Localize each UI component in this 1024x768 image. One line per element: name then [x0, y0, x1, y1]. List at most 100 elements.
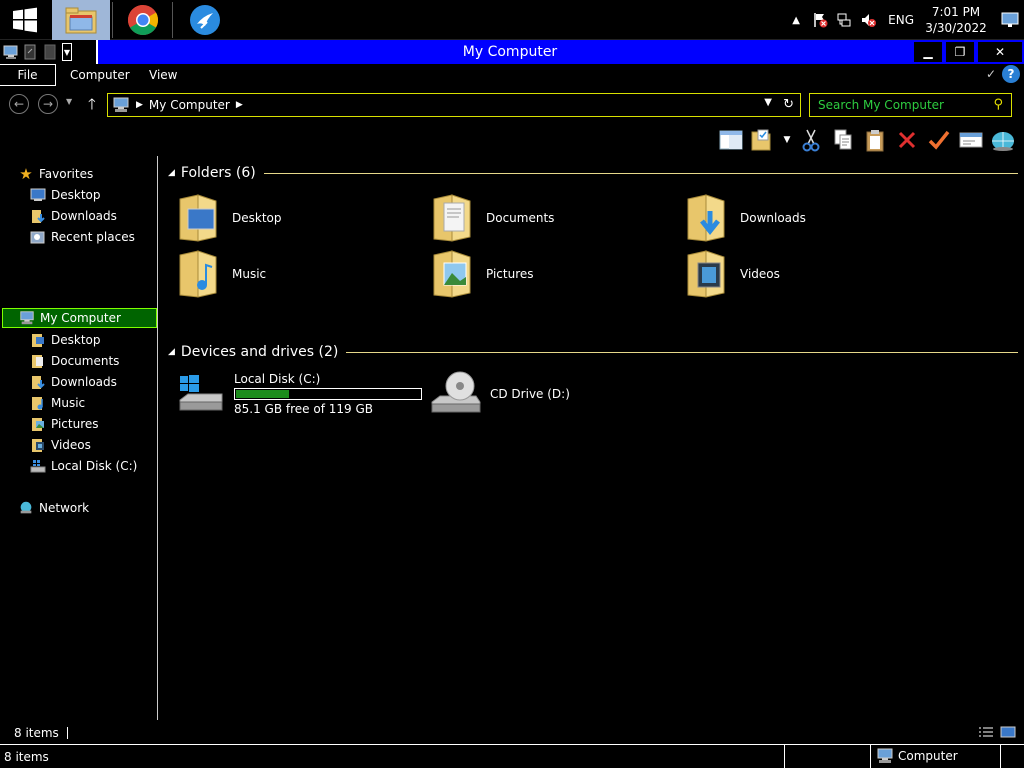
title-bar[interactable]: ▼ My Computer ▁ ❐ ✕ — [0, 40, 1024, 64]
nav-item-label: Local Disk (C:) — [51, 459, 138, 473]
windows-logo-icon — [13, 7, 37, 33]
folder-videos[interactable]: Videos — [686, 248, 916, 300]
drive-cd-d[interactable]: CD Drive (D:) — [430, 368, 570, 420]
cut-icon[interactable] — [796, 125, 826, 155]
nav-favorites-recent[interactable]: Recent places — [30, 227, 135, 247]
drive-local-disk-c[interactable]: Local Disk (C:) 85.1 GB free of 119 GB — [176, 368, 422, 420]
folder-icon — [30, 332, 46, 348]
tab-computer[interactable]: Computer — [60, 64, 140, 86]
view-switcher — [972, 725, 1016, 739]
large-icons-view-icon[interactable] — [1000, 725, 1016, 739]
nav-computer-local-disk[interactable]: Local Disk (C:) — [30, 456, 137, 476]
nav-network[interactable]: Network — [18, 498, 89, 518]
back-arrow-icon: ← — [13, 97, 25, 111]
forward-button[interactable]: → — [38, 94, 58, 114]
nav-my-computer[interactable]: My Computer — [2, 308, 157, 328]
back-button[interactable]: ← — [9, 94, 29, 114]
computer-icon — [877, 748, 893, 763]
search-icon[interactable]: ⚲ — [993, 97, 1003, 112]
details-view-icon[interactable] — [978, 725, 994, 739]
refresh-icon[interactable]: ↻ — [783, 97, 794, 112]
music-folder-icon — [179, 250, 217, 298]
breadcrumb-my-computer[interactable]: My Computer — [149, 98, 230, 112]
folder-documents[interactable]: Documents — [432, 192, 662, 244]
nav-favorites-downloads[interactable]: Downloads — [30, 206, 117, 226]
clock[interactable]: 7:01 PM 3/30/2022 — [924, 4, 988, 36]
tab-file[interactable]: File — [0, 64, 56, 86]
desktop-icon — [30, 187, 46, 203]
volume-muted-icon[interactable] — [858, 10, 878, 30]
rename-check-icon[interactable] — [924, 125, 954, 155]
collapse-caret-icon[interactable]: ◢ — [168, 168, 175, 178]
preview-pane-icon[interactable] — [716, 125, 746, 155]
folder-pictures[interactable]: Pictures — [432, 248, 662, 300]
bottom-computer-label: Computer — [898, 749, 958, 763]
nav-computer-documents[interactable]: Documents — [30, 351, 119, 371]
folder-downloads[interactable]: Downloads — [686, 192, 916, 244]
folders-heading: Folders (6) — [180, 165, 256, 181]
new-folder-icon[interactable] — [42, 43, 60, 61]
taskbar-app-3[interactable] — [176, 0, 234, 40]
forward-arrow-icon: → — [42, 97, 54, 111]
nav-favorites[interactable]: ★ Favorites — [18, 164, 93, 184]
tab-view[interactable]: View — [139, 64, 187, 86]
nav-my-computer-label: My Computer — [40, 311, 121, 325]
videos-folder-icon — [30, 437, 46, 453]
pictures-folder-icon — [30, 416, 46, 432]
nav-item-label: Desktop — [51, 333, 101, 347]
ribbon-tabs: File Computer View ✓ ? — [0, 64, 1024, 88]
network-globe-icon[interactable] — [988, 125, 1018, 155]
bottom-computer-location[interactable]: Computer — [876, 748, 958, 764]
nav-item-label: Videos — [51, 438, 91, 452]
up-arrow-icon[interactable]: 🡑 — [88, 94, 96, 119]
folder-music[interactable]: Music — [178, 248, 408, 300]
properties-icon[interactable] — [22, 43, 40, 61]
close-button[interactable]: ✕ — [978, 42, 1022, 62]
paste-icon[interactable] — [860, 125, 890, 155]
network-icon[interactable] — [834, 10, 854, 30]
tray-overflow-icon[interactable]: ▲ — [786, 10, 806, 30]
properties-card-icon[interactable] — [956, 125, 986, 155]
help-icon[interactable]: ? — [1002, 65, 1020, 83]
action-center-flag-icon[interactable] — [810, 10, 830, 30]
title-area[interactable]: My Computer — [96, 40, 922, 64]
show-desktop-button[interactable] — [996, 0, 1024, 40]
drive-usage-fill — [236, 390, 289, 398]
bottom-divider — [870, 745, 871, 768]
nav-computer-pictures[interactable]: Pictures — [30, 414, 99, 434]
start-button[interactable] — [0, 0, 50, 40]
language-indicator[interactable]: ENG — [888, 13, 914, 27]
bottom-bar: 8 items Computer — [0, 744, 1024, 768]
expand-ribbon-icon[interactable]: ✓ — [986, 67, 996, 81]
nav-computer-videos[interactable]: Videos — [30, 435, 91, 455]
nav-favorites-desktop[interactable]: Desktop — [30, 185, 101, 205]
recent-locations-dropdown[interactable]: ▼ — [66, 97, 72, 106]
breadcrumb-separator-icon[interactable]: ▶ — [236, 100, 243, 110]
folders-group-header[interactable]: ◢ Folders (6) — [168, 165, 1018, 181]
computer-icon — [113, 97, 129, 112]
devices-group-header[interactable]: ◢ Devices and drives (2) — [168, 344, 1018, 360]
copy-icon[interactable] — [828, 125, 858, 155]
taskbar-file-explorer[interactable] — [52, 0, 110, 40]
folder-label: Downloads — [740, 211, 806, 225]
organize-dropdown-icon[interactable]: ▼ — [780, 125, 794, 155]
folder-icon — [30, 353, 46, 369]
collapse-caret-icon[interactable]: ◢ — [168, 347, 175, 357]
minimize-button[interactable]: ▁ — [914, 42, 942, 62]
address-bar[interactable]: ▶ My Computer ▶ ▼ ↻ — [107, 93, 801, 117]
address-dropdown-icon[interactable]: ▼ — [764, 97, 772, 108]
breadcrumb-separator-icon[interactable]: ▶ — [136, 100, 143, 110]
folder-desktop[interactable]: Desktop — [178, 192, 408, 244]
search-input[interactable]: Search My Computer ⚲ — [809, 93, 1012, 117]
delete-icon[interactable] — [892, 125, 922, 155]
customize-qat-dropdown[interactable]: ▼ — [62, 43, 72, 61]
address-row: ← → ▼ 🡑 ▶ My Computer ▶ ▼ ↻ Search My Co… — [0, 92, 1024, 118]
nav-computer-desktop[interactable]: Desktop — [30, 330, 101, 350]
nav-computer-music[interactable]: Music — [30, 393, 85, 413]
computer-small-icon[interactable] — [2, 43, 20, 61]
nav-computer-downloads[interactable]: Downloads — [30, 372, 117, 392]
organize-folder-icon[interactable] — [748, 125, 778, 155]
taskbar-chrome[interactable] — [114, 0, 172, 40]
drive-usage-bar — [234, 388, 422, 400]
maximize-button[interactable]: ❐ — [946, 42, 974, 62]
